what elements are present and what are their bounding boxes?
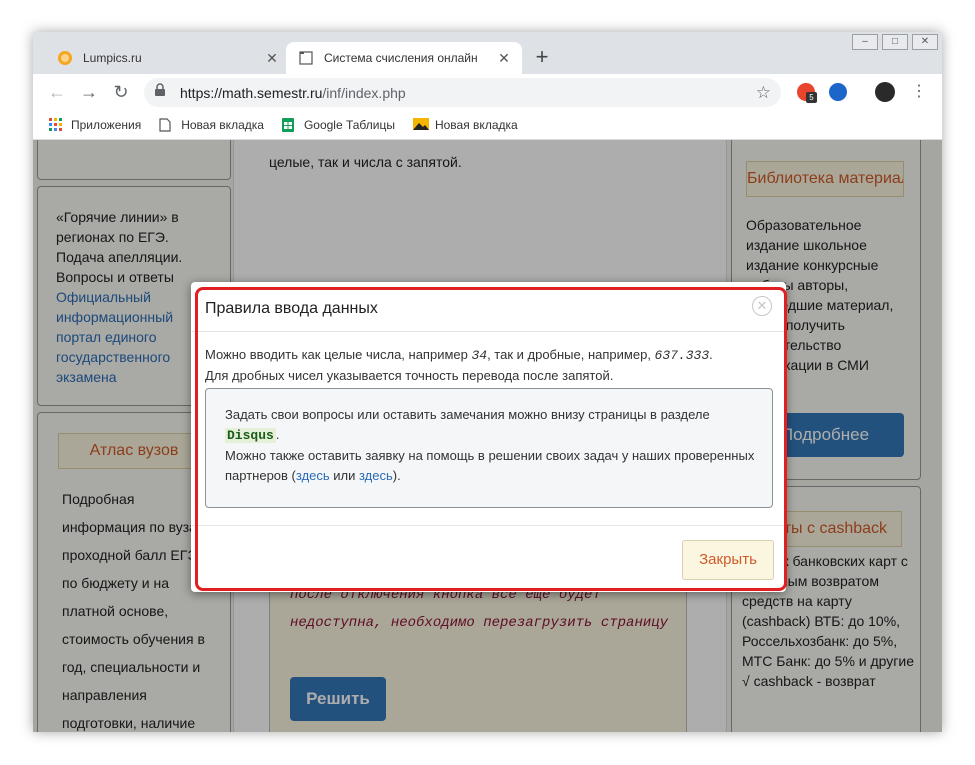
bookmark-newtab-1[interactable]: Новая вкладка [159,118,264,132]
maximize-button[interactable]: □ [882,34,908,50]
new-tab-icon[interactable]: + [530,46,554,70]
bookmark-apps[interactable]: Приложения [49,118,141,132]
address-bar[interactable]: https://math.semestr.ru/inf/index.php ☆ [144,78,781,107]
sheets-icon [281,118,296,132]
extension-icon[interactable]: 5 [797,83,817,103]
tab-lumpics[interactable]: Lumpics.ru ✕ [45,42,290,74]
tab-system[interactable]: Система счисления онлайн ✕ [286,42,522,74]
browser-window: Lumpics.ru ✕ Система счисления онлайн ✕ … [33,32,942,732]
image-icon [412,118,429,132]
tab-close-icon[interactable]: ✕ [264,50,280,66]
url-text: https://math.semestr.ru/inf/index.php [180,85,406,101]
forward-icon[interactable]: → [79,82,99,102]
bookmarks-bar: Приложения Новая вкладка Google Таблицы … [33,111,942,140]
bookmark-label: Приложения [71,118,142,132]
bookmark-label: Google Таблицы [303,118,395,132]
window-controls: – □ ✕ [848,34,938,50]
bookmark-sheets[interactable]: Google Таблицы [281,118,395,132]
highlight-frame [195,287,787,591]
page-icon [159,118,173,132]
minimize-button[interactable]: – [852,34,878,50]
url-host: https://math.semestr.ru [180,84,323,101]
bookmark-star-icon[interactable]: ☆ [756,83,771,103]
apps-grid-icon [49,118,63,132]
toolbar: ← → ↻ https://math.semestr.ru/inf/index.… [33,74,942,111]
tab-close-icon[interactable]: ✕ [496,50,512,66]
menu-dots-icon[interactable]: ⋮ [909,82,929,102]
tab-strip: Lumpics.ru ✕ Система счисления онлайн ✕ … [33,32,942,74]
url-path: /inf/index.php [322,84,406,101]
reload-icon[interactable]: ↻ [111,82,131,102]
avatar[interactable] [875,82,895,102]
extension-badge: 5 [806,92,817,103]
page-content: «Горячие линии» в регионах по ЕГЭ. Подач… [33,140,942,732]
tab-title: Система счисления онлайн [324,51,478,65]
tab-title: Lumpics.ru [83,51,142,65]
globe-extension-icon[interactable] [829,83,847,101]
bookmark-label: Новая вкладка [434,118,518,132]
lock-icon [154,83,168,102]
window-close-button[interactable]: ✕ [912,34,938,50]
bookmark-newtab-2[interactable]: Новая вкладка [412,118,518,132]
back-icon[interactable]: ← [47,82,67,102]
bookmark-label: Новая вкладка [181,118,264,132]
orange-favicon-icon [57,50,73,66]
page-favicon-icon [298,50,314,66]
